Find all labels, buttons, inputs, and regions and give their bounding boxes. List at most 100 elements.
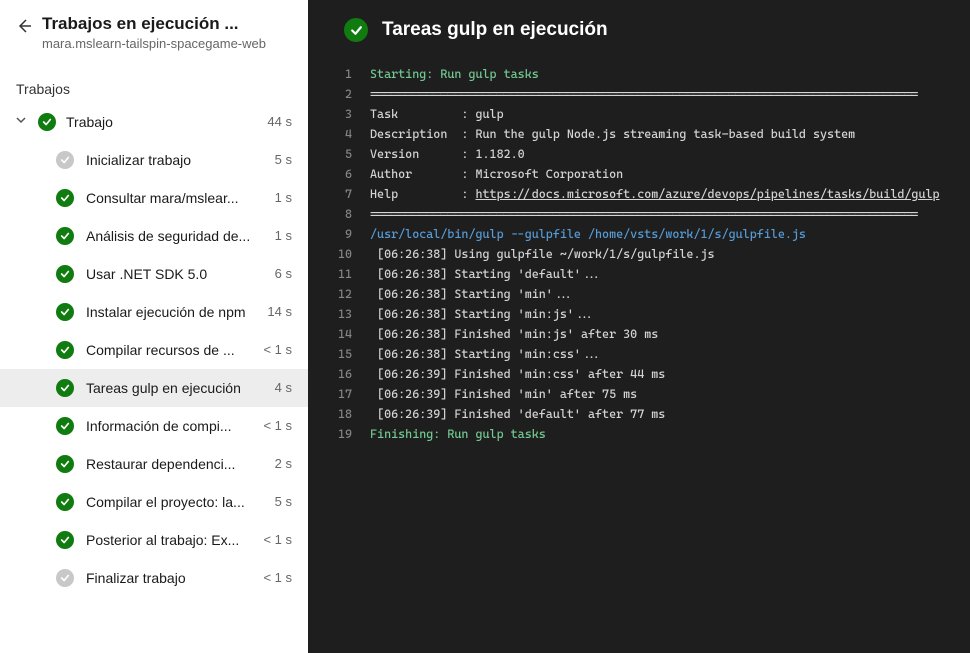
main-panel: Tareas gulp en ejecución 1Starting: Run … <box>308 0 970 653</box>
step-name: Tareas gulp en ejecución <box>86 380 263 396</box>
log-text: ========================================… <box>370 204 970 224</box>
line-number: 3 <box>308 104 370 124</box>
step-name: Consultar mara/mslear... <box>86 190 263 206</box>
line-number: 5 <box>308 144 370 164</box>
log-output[interactable]: 1Starting: Run gulp tasks2==============… <box>308 56 970 653</box>
status-success-icon <box>56 265 74 283</box>
log-text: [06:26:38] Starting 'default'... <box>370 264 970 284</box>
job-name: Trabajo <box>66 114 257 130</box>
line-number: 19 <box>308 424 370 444</box>
step-duration: 2 s <box>275 456 292 471</box>
step-row[interactable]: Compilar el proyecto: la...5 s <box>0 483 308 521</box>
step-duration: 6 s <box>275 266 292 281</box>
line-number: 9 <box>308 224 370 244</box>
step-name: Inicializar trabajo <box>86 152 263 168</box>
log-line: 4Description : Run the gulp Node.js stre… <box>308 124 970 144</box>
step-duration: < 1 s <box>263 418 292 433</box>
step-row[interactable]: Consultar mara/mslear... 1 s <box>0 179 308 217</box>
log-line: 15 [06:26:38] Starting 'min:css'... <box>308 344 970 364</box>
line-number: 10 <box>308 244 370 264</box>
step-duration: < 1 s <box>263 532 292 547</box>
log-line: 18 [06:26:39] Finished 'default' after 7… <box>308 404 970 424</box>
log-line: 1Starting: Run gulp tasks <box>308 64 970 84</box>
status-neutral-icon <box>56 151 74 169</box>
main-title: Tareas gulp en ejecución <box>382 19 608 41</box>
log-text: [06:26:38] Starting 'min:css'... <box>370 344 970 364</box>
log-text: Finishing: Run gulp tasks <box>370 424 970 444</box>
step-duration: 1 s <box>275 190 292 205</box>
status-success-icon <box>56 341 74 359</box>
log-line: 16 [06:26:39] Finished 'min:css' after 4… <box>308 364 970 384</box>
log-line: 13 [06:26:38] Starting 'min:js'... <box>308 304 970 324</box>
line-number: 16 <box>308 364 370 384</box>
help-link[interactable]: https://docs.microsoft.com/azure/devops/… <box>475 187 939 201</box>
log-line: 2=======================================… <box>308 84 970 104</box>
status-success-icon <box>56 531 74 549</box>
step-row[interactable]: Restaurar dependenci...2 s <box>0 445 308 483</box>
line-number: 4 <box>308 124 370 144</box>
step-name: Compilar recursos de ... <box>86 342 251 358</box>
sidebar: Trabajos en ejecución ... mara.mslearn-t… <box>0 0 308 653</box>
step-name: Finalizar trabajo <box>86 570 251 586</box>
step-duration: < 1 s <box>263 342 292 357</box>
line-number: 17 <box>308 384 370 404</box>
line-number: 2 <box>308 84 370 104</box>
status-success-icon <box>56 189 74 207</box>
page-title: Trabajos en ejecución ... <box>42 14 292 34</box>
line-number: 7 <box>308 184 370 204</box>
log-line: 10 [06:26:38] Using gulpfile ~/work/1/s/… <box>308 244 970 264</box>
line-number: 14 <box>308 324 370 344</box>
step-row[interactable]: Compilar recursos de ... < 1 s <box>0 331 308 369</box>
log-text: Author : Microsoft Corporation <box>370 164 970 184</box>
step-duration: 1 s <box>275 228 292 243</box>
status-success-icon <box>38 113 56 131</box>
line-number: 18 <box>308 404 370 424</box>
status-success-icon <box>56 455 74 473</box>
line-number: 13 <box>308 304 370 324</box>
line-number: 1 <box>308 64 370 84</box>
log-text: [06:26:38] Using gulpfile ~/work/1/s/gul… <box>370 244 970 264</box>
job-duration: 44 s <box>267 114 292 129</box>
log-text: /usr/local/bin/gulp --gulpfile /home/vst… <box>370 224 970 244</box>
log-text: [06:26:38] Starting 'min'... <box>370 284 970 304</box>
back-arrow-icon[interactable] <box>16 18 32 39</box>
line-number: 11 <box>308 264 370 284</box>
step-duration: 4 s <box>275 380 292 395</box>
step-row[interactable]: Inicializar trabajo5 s <box>0 141 308 179</box>
chevron-down-icon[interactable] <box>16 115 28 128</box>
log-text: [06:26:39] Finished 'default' after 77 m… <box>370 404 970 424</box>
step-row[interactable]: Finalizar trabajo< 1 s <box>0 559 308 597</box>
step-row[interactable]: Usar .NET SDK 5.06 s <box>0 255 308 293</box>
jobs-section-label: Trabajos <box>0 63 308 103</box>
steps-list: Inicializar trabajo5 sConsultar mara/msl… <box>0 141 308 597</box>
header-text: Trabajos en ejecución ... mara.mslearn-t… <box>42 14 292 53</box>
log-line: 6Author : Microsoft Corporation <box>308 164 970 184</box>
step-name: Análisis de seguridad de... <box>86 228 263 244</box>
page-subtitle: mara.mslearn-tailspin-spacegame-web <box>42 36 292 53</box>
step-row[interactable]: Información de compi... < 1 s <box>0 407 308 445</box>
log-text: [06:26:38] Finished 'min:js' after 30 ms <box>370 324 970 344</box>
log-line: 5Version : 1.182.0 <box>308 144 970 164</box>
status-neutral-icon <box>56 569 74 587</box>
log-text: Description : Run the gulp Node.js strea… <box>370 124 970 144</box>
status-success-icon <box>56 303 74 321</box>
log-line: 3Task : gulp <box>308 104 970 124</box>
job-row[interactable]: Trabajo 44 s <box>0 103 308 141</box>
main-header: Tareas gulp en ejecución <box>308 0 970 56</box>
step-row[interactable]: Posterior al trabajo: Ex... < 1 s <box>0 521 308 559</box>
step-row[interactable]: Instalar ejecución de npm14 s <box>0 293 308 331</box>
log-text: Version : 1.182.0 <box>370 144 970 164</box>
line-number: 8 <box>308 204 370 224</box>
step-row[interactable]: Análisis de seguridad de... 1 s <box>0 217 308 255</box>
log-text: ========================================… <box>370 84 970 104</box>
log-line: 17 [06:26:39] Finished 'min' after 75 ms <box>308 384 970 404</box>
sidebar-header: Trabajos en ejecución ... mara.mslearn-t… <box>0 0 308 63</box>
status-success-icon <box>344 18 368 42</box>
step-name: Posterior al trabajo: Ex... <box>86 532 251 548</box>
log-text: Help : https://docs.microsoft.com/azure/… <box>370 184 970 204</box>
step-name: Información de compi... <box>86 418 251 434</box>
step-name: Compilar el proyecto: la... <box>86 494 263 510</box>
step-row[interactable]: Tareas gulp en ejecución 4 s <box>0 369 308 407</box>
log-line: 14 [06:26:38] Finished 'min:js' after 30… <box>308 324 970 344</box>
log-text: [06:26:39] Finished 'min:css' after 44 m… <box>370 364 970 384</box>
